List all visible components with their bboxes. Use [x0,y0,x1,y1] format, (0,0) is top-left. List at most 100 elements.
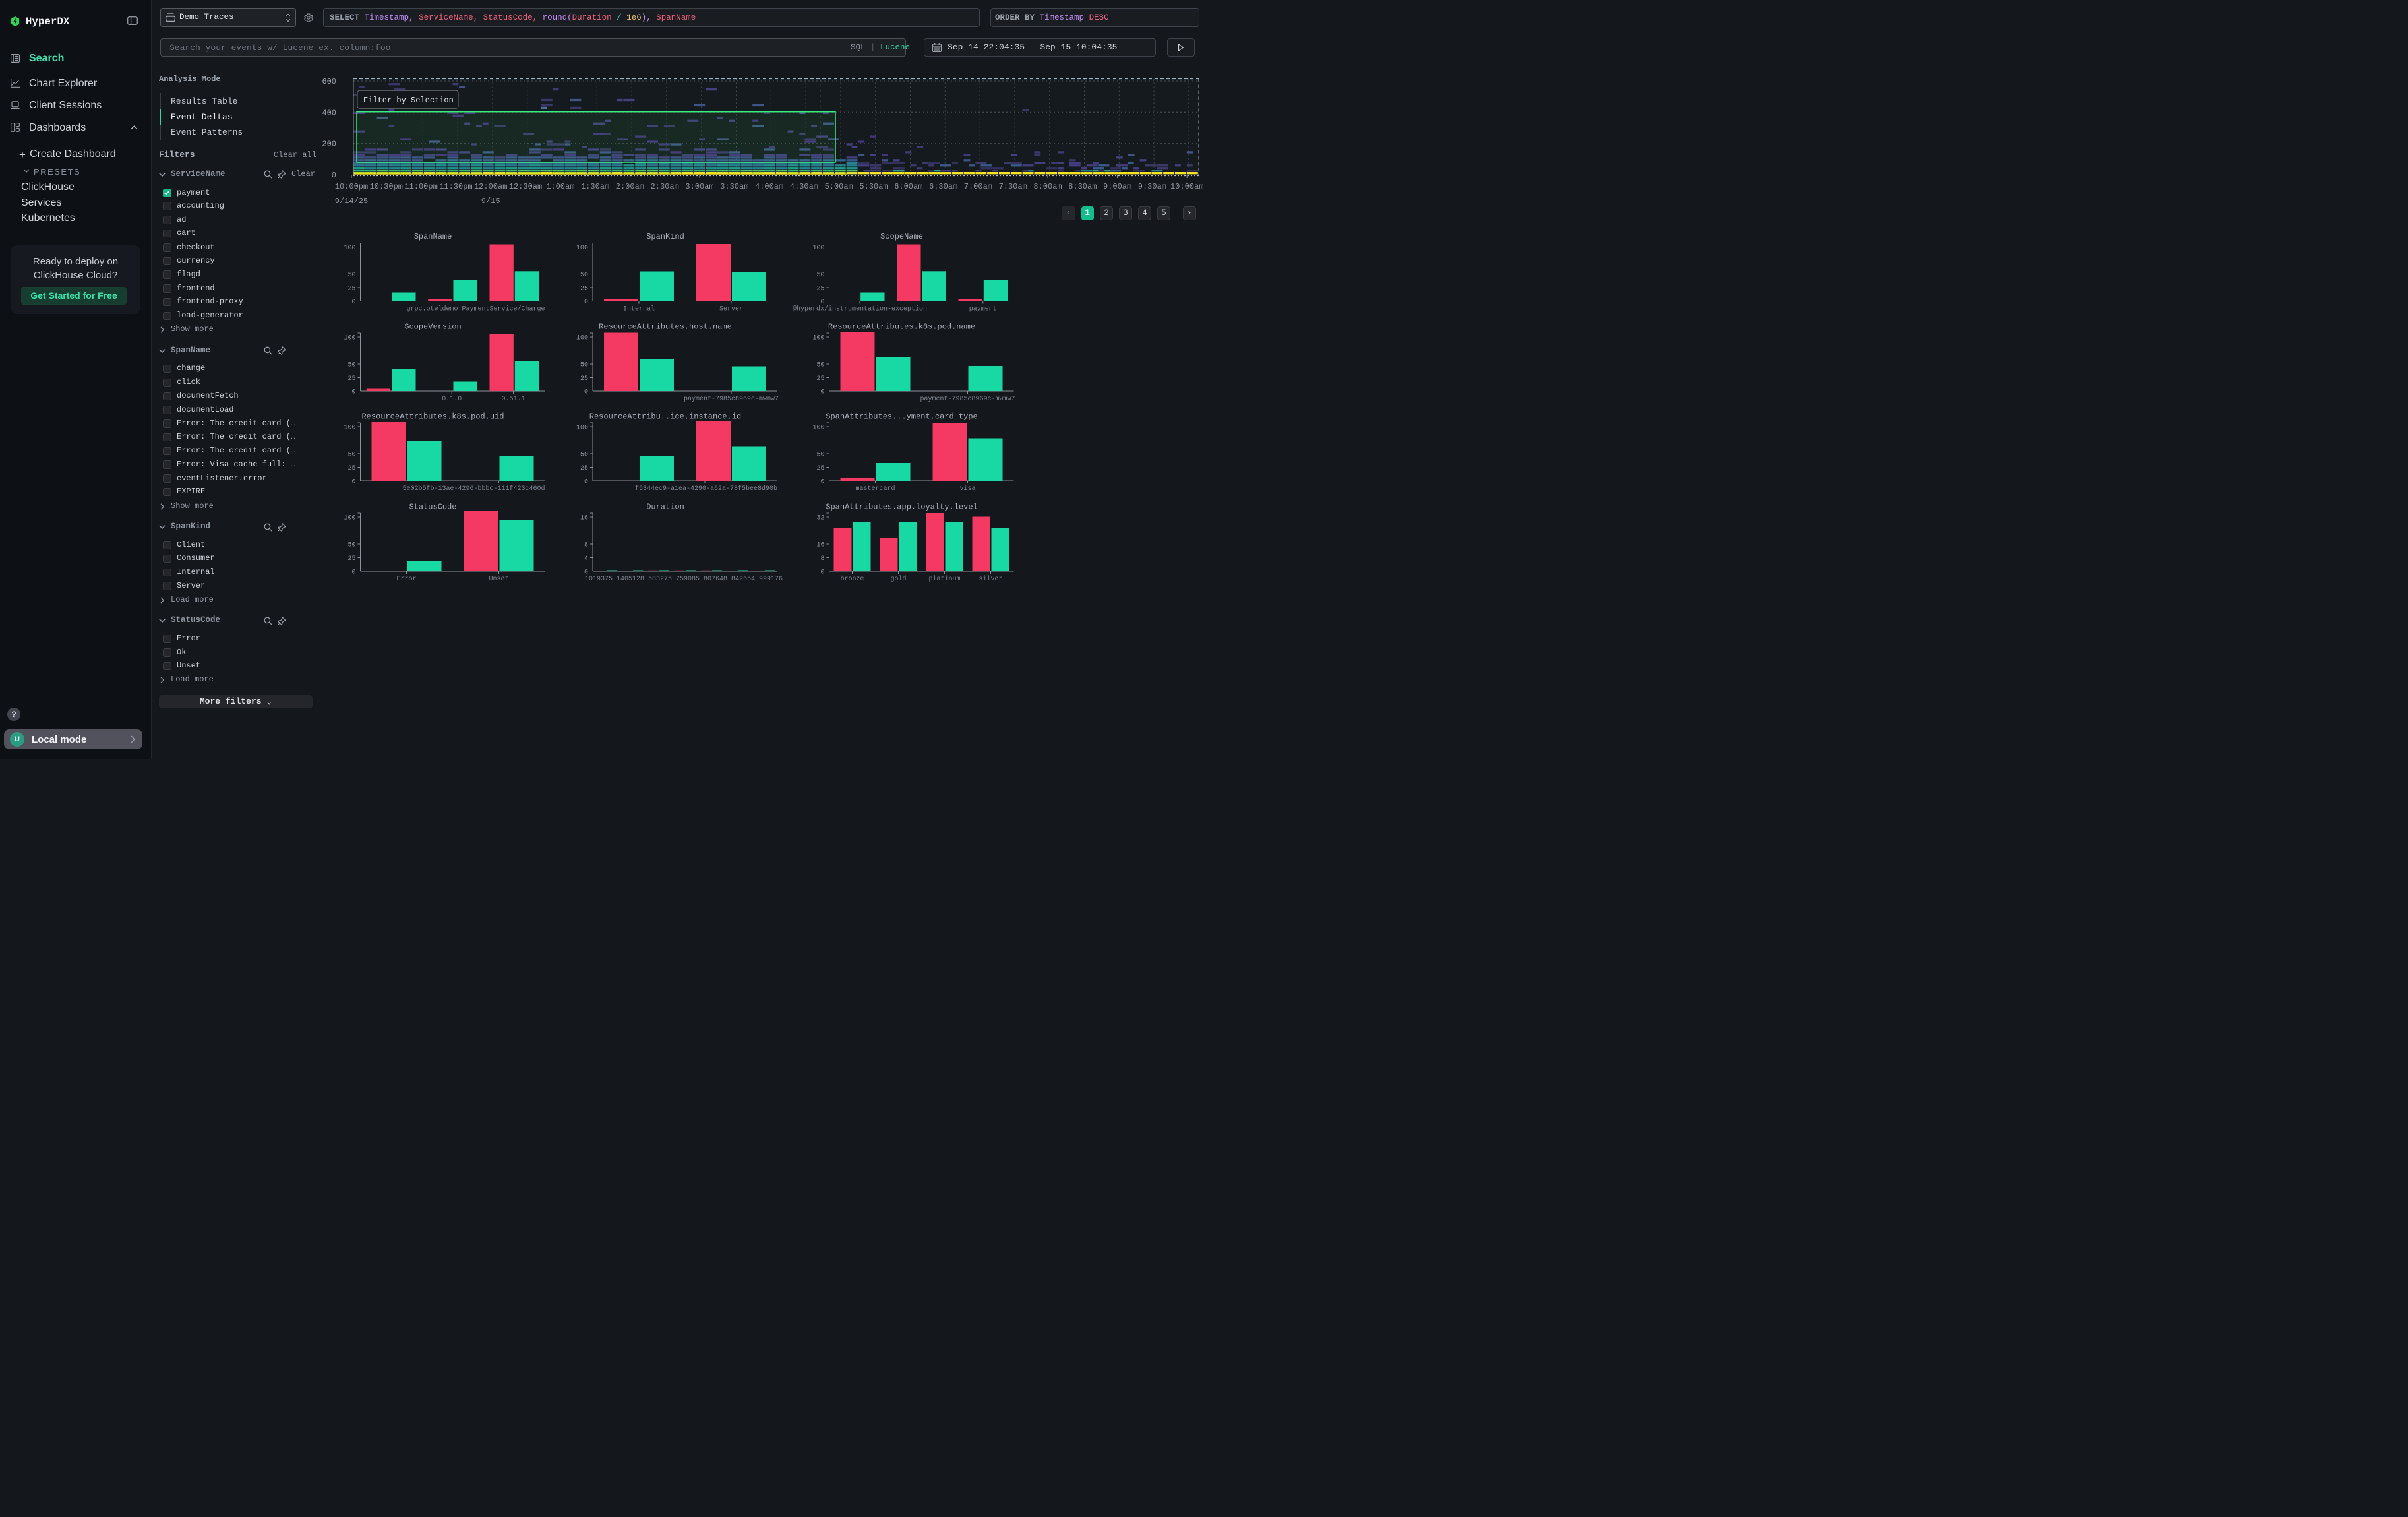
svg-text:6:00am: 6:00am [894,182,922,191]
svg-text:ResourceAttributes.k8s.pod.nam: ResourceAttributes.k8s.pod.name [828,323,975,332]
svg-text:0: 0 [351,479,355,486]
svg-text:50: 50 [816,362,824,369]
svg-text:0: 0 [351,299,355,306]
svg-text:StatusCode: StatusCode [409,503,456,512]
svg-text:0: 0 [584,389,588,396]
svg-text:@hyperdx/instrumentation-excep: @hyperdx/instrumentation-exception [793,305,927,313]
svg-text:4:00am: 4:00am [755,182,783,191]
svg-text:0: 0 [351,569,355,576]
svg-text:0: 0 [584,299,588,306]
svg-text:0: 0 [332,171,336,180]
svg-text:f5344ec9-a1ea-4290-a62a-78f5be: f5344ec9-a1ea-4290-a62a-78f5bee8d90b [635,485,777,493]
svg-text:25: 25 [580,465,588,472]
svg-text:gold: gold [890,575,906,583]
svg-text:platinum: platinum [928,575,960,583]
svg-text:1:00am: 1:00am [546,182,574,191]
svg-text:100: 100 [344,245,355,252]
svg-text:0: 0 [584,479,588,486]
svg-text:Server: Server [719,306,743,313]
svg-text:25: 25 [816,375,824,383]
svg-text:0: 0 [820,299,824,306]
svg-text:100: 100 [344,425,355,432]
svg-text:0: 0 [820,389,824,396]
svg-text:12:00am: 12:00am [474,182,507,191]
svg-text:10:00am: 10:00am [1170,182,1203,191]
svg-text:25: 25 [347,555,355,563]
svg-text:8:00am: 8:00am [1033,182,1062,191]
svg-text:7:30am: 7:30am [999,182,1027,191]
svg-text:100: 100 [344,335,355,342]
svg-text:25: 25 [816,286,824,293]
svg-text:25: 25 [580,286,588,293]
svg-text:100: 100 [344,515,355,522]
svg-text:Unset: Unset [489,576,508,583]
svg-text:bronze: bronze [840,575,864,583]
svg-text:payment-7985c8969c-mwmw7: payment-7985c8969c-mwmw7 [684,396,779,403]
svg-text:4:30am: 4:30am [790,182,818,191]
svg-text:ResourceAttribu..ice.instance.: ResourceAttribu..ice.instance.id [589,412,741,421]
svg-text:25: 25 [580,375,588,383]
svg-text:Internal: Internal [623,305,655,313]
svg-text:silver: silver [978,575,1002,583]
svg-text:0.1.0: 0.1.0 [442,396,462,403]
svg-text:Duration: Duration [646,503,684,512]
svg-text:8: 8 [584,542,588,549]
svg-text:3:30am: 3:30am [720,182,748,191]
svg-text:9/14/25: 9/14/25 [335,197,368,206]
svg-text:9:00am: 9:00am [1103,182,1131,191]
svg-text:0: 0 [351,389,355,396]
svg-text:ScopeVersion: ScopeVersion [404,323,461,332]
svg-text:16: 16 [580,515,588,522]
svg-text:SpanName: SpanName [414,232,452,241]
svg-text:ScopeName: ScopeName [880,232,923,241]
svg-text:12:30am: 12:30am [509,182,542,191]
svg-text:1:30am: 1:30am [581,182,609,191]
svg-text:2:00am: 2:00am [616,182,644,191]
svg-text:3:00am: 3:00am [685,182,713,191]
svg-text:50: 50 [347,272,355,279]
svg-text:100: 100 [812,335,824,342]
svg-text:100: 100 [812,245,824,252]
svg-text:SpanAttributes...yment.card_ty: SpanAttributes...yment.card_type [826,412,977,421]
svg-text:50: 50 [816,272,824,279]
svg-text:10:30pm: 10:30pm [370,182,403,191]
svg-text:5:30am: 5:30am [859,182,888,191]
svg-text:100: 100 [576,425,588,432]
svg-text:200: 200 [322,140,336,149]
svg-text:1019375 1405128 583275 759085: 1019375 1405128 583275 759085 807648 842… [585,576,783,583]
svg-text:7:00am: 7:00am [964,182,992,191]
svg-text:payment-7985c8969c-mwmw7: payment-7985c8969c-mwmw7 [920,396,1015,403]
svg-text:100: 100 [576,245,588,252]
svg-text:25: 25 [347,286,355,293]
svg-text:10:00pm: 10:00pm [335,182,368,191]
svg-text:11:00pm: 11:00pm [404,182,437,191]
svg-text:visa: visa [959,485,975,493]
svg-text:400: 400 [322,108,336,117]
svg-text:600: 600 [322,77,336,86]
svg-text:8:30am: 8:30am [1068,182,1097,191]
svg-text:Error: Error [396,576,416,583]
svg-text:9:30am: 9:30am [1138,182,1166,191]
svg-text:grpc.oteldemo.PaymentService/C: grpc.oteldemo.PaymentService/Charge [406,305,545,313]
svg-text:100: 100 [576,335,588,342]
svg-text:payment: payment [969,306,997,313]
svg-text:5:00am: 5:00am [825,182,853,191]
svg-text:2:30am: 2:30am [651,182,679,191]
svg-text:SpanAttributes.app.loyalty.lev: SpanAttributes.app.loyalty.level [826,503,977,512]
svg-text:25: 25 [816,465,824,472]
svg-text:50: 50 [580,272,588,279]
svg-text:Filter by Selection: Filter by Selection [363,96,454,105]
svg-text:8: 8 [820,555,824,563]
svg-text:0.51.1: 0.51.1 [501,396,525,403]
svg-text:6:30am: 6:30am [929,182,957,191]
svg-text:ResourceAttributes.k8s.pod.uid: ResourceAttributes.k8s.pod.uid [361,412,504,421]
svg-text:25: 25 [347,375,355,383]
svg-text:ResourceAttributes.host.name: ResourceAttributes.host.name [599,323,732,332]
svg-text:0: 0 [820,479,824,486]
svg-text:11:30pm: 11:30pm [439,182,472,191]
svg-text:25: 25 [347,465,355,472]
svg-text:50: 50 [816,452,824,459]
svg-text:mastercard: mastercard [855,485,895,493]
svg-text:16: 16 [816,542,824,549]
svg-text:0: 0 [584,569,588,576]
